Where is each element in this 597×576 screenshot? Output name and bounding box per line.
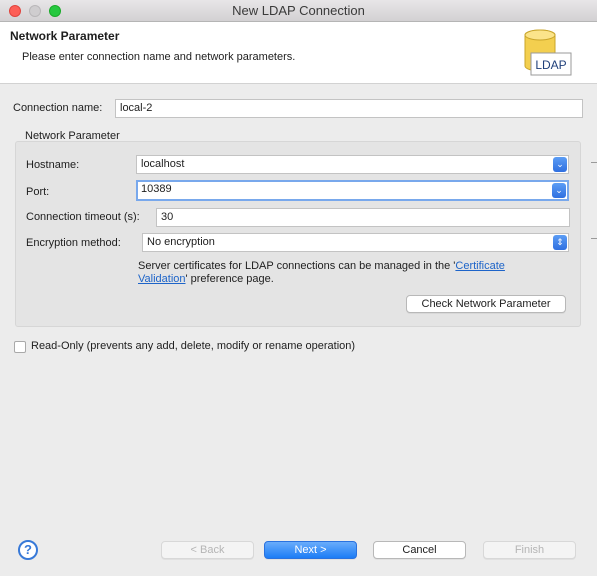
check-network-parameter-button[interactable]: Check Network Parameter bbox=[406, 295, 566, 313]
port-label: Port: bbox=[26, 186, 50, 198]
help-icon[interactable]: ? bbox=[18, 540, 38, 560]
encryption-value: No encryption bbox=[147, 236, 215, 248]
connection-name-label: Connection name: bbox=[13, 102, 103, 114]
next-button[interactable]: Next > bbox=[264, 541, 357, 559]
certificate-note: Server certificates for LDAP connections… bbox=[138, 260, 505, 286]
cancel-button[interactable]: Cancel bbox=[373, 541, 466, 559]
certificate-link-part2[interactable]: Validation bbox=[138, 273, 186, 285]
banner-title: Network Parameter bbox=[10, 29, 120, 43]
updown-chevron-icon[interactable]: ⇕ bbox=[553, 235, 567, 250]
back-button[interactable]: < Back bbox=[161, 541, 254, 559]
hostname-value: localhost bbox=[141, 158, 185, 170]
ldap-database-icon: LDAP bbox=[524, 29, 572, 76]
ldap-icon-label: LDAP bbox=[535, 58, 566, 72]
read-only-checkbox[interactable] bbox=[14, 341, 26, 353]
port-combo[interactable]: 10389 ⌄ bbox=[136, 180, 569, 201]
wizard-banner: Network Parameter Please enter connectio… bbox=[0, 22, 597, 84]
chevron-down-icon[interactable]: ⌄ bbox=[552, 183, 566, 198]
timeout-label: Connection timeout (s): bbox=[26, 211, 140, 223]
window-title: New LDAP Connection bbox=[232, 3, 365, 18]
chevron-down-icon[interactable]: ⌄ bbox=[553, 157, 567, 172]
timeout-field[interactable]: 30 bbox=[156, 208, 570, 227]
connection-name-field[interactable]: local-2 bbox=[115, 99, 583, 118]
edge-mark bbox=[591, 162, 597, 163]
encryption-label: Encryption method: bbox=[26, 237, 121, 249]
banner-description: Please enter connection name and network… bbox=[22, 51, 296, 63]
hostname-combo[interactable]: localhost ⌄ bbox=[136, 155, 569, 174]
edge-mark bbox=[591, 238, 597, 239]
finish-button[interactable]: Finish bbox=[483, 541, 576, 559]
title-bar: New LDAP Connection bbox=[0, 0, 597, 22]
certificate-link-part1[interactable]: Certificate bbox=[455, 260, 505, 272]
encryption-method-select[interactable]: No encryption ⇕ bbox=[142, 233, 569, 252]
cert-note-prefix: Server certificates for LDAP connections… bbox=[138, 260, 456, 272]
hostname-label: Hostname: bbox=[26, 159, 80, 171]
port-value: 10389 bbox=[141, 183, 172, 195]
cert-note-suffix: ' preference page. bbox=[185, 273, 274, 285]
read-only-label: Read-Only (prevents any add, delete, mod… bbox=[31, 340, 356, 352]
